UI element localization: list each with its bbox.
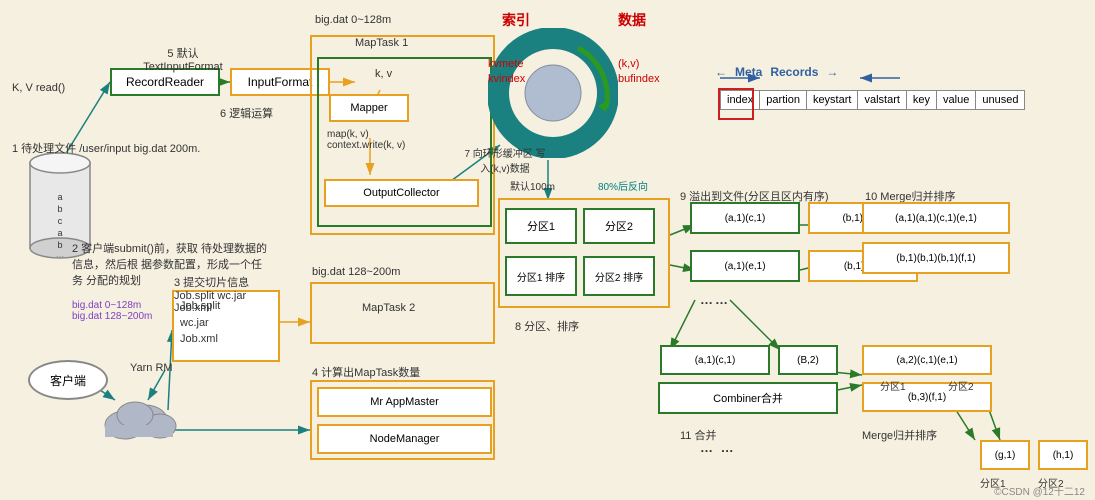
svg-text:a: a [57,192,62,202]
index-highlight-box [718,88,754,120]
kvmete-label: kvmete [488,58,523,70]
kvindex-label: kvindex [488,73,525,85]
dots2-label: … … [700,440,736,455]
maptask1-outer-box: Mapper map(k, v) context.write(k, v) Out… [310,35,495,235]
combiner-a1c1-box: (a,1)(c,1) [660,345,770,375]
maptask2-label: MapTask 2 [362,302,415,314]
compute-maptask-label: 4 计算出MapTask数量 [312,364,420,380]
output-a1e1-box: (a,1)(e,1) [690,250,800,282]
partition2-box: 分区2 [583,208,655,244]
svg-text:a: a [57,228,62,238]
meta-col-value: value [937,91,976,110]
svg-text:…: … [56,249,65,259]
meta-col-key: key [906,91,936,110]
meta-table: index partion keystart valstart key valu… [720,90,1025,110]
kv-data-label: (k,v) [618,58,639,70]
mapper-box: Mapper [329,94,409,122]
bufindex-label: bufindex [618,73,660,85]
bigdat-200-label: big.dat 128~200m [312,266,400,278]
merge-sort-label: Merge归并排序 [862,427,937,443]
combiner-merge-left-box: (a,2)(c,1)(e,1) [862,345,992,375]
percent-80-label: 80%后反向 [598,178,648,193]
input-format-label: InputFormat [248,75,313,89]
ring-buffer [488,28,618,158]
appmaster-box: Mr AppMaster NodeManager 4 计算出MapTask数量 [310,380,495,460]
app-master-inner: Mr AppMaster [317,387,492,417]
job-split-box: 3 提交切片信息 Job.split wc.jar Job.xml Job.sp… [172,290,280,362]
arrow-right-icon: → [826,65,838,79]
part2-label-right: 分区2 [948,378,974,393]
arrow-left-icon: ← [715,65,727,79]
cloud-shape [100,390,180,448]
write-buffer-label: 7 向环形缓冲区 写入(k,v)数据 [460,145,550,175]
maptask1-title-label: MapTask 1 [355,37,408,49]
dots1-label: …… [700,292,730,307]
maptask1-inner-box: Mapper map(k, v) context.write(k, v) Out… [317,57,492,227]
bigdat-128-label: big.dat 0~128m [315,14,391,26]
partition2-sort-box: 分区2 排序 [583,256,655,296]
combiner-merge-box: Combiner合并 [658,382,838,414]
merge10-left-box: (a,1)(a,1)(c,1)(e,1) [862,202,1010,234]
bigdat-items-label: big.dat 0~128m big.dat 128~200m [72,300,152,322]
output-collector-box: OutputCollector [324,179,479,207]
index-label: 索引 [502,10,530,30]
partition-container: 分区1 分区2 分区1 排序 分区2 排序 [498,198,670,308]
section8-label: 8 分区、排序 [515,318,579,334]
final-g1-box: (g,1) [980,440,1030,470]
job-split-title: 3 提交切片信息 Job.split wc.jar Job.xml [174,274,278,314]
records-label: Records [770,65,818,79]
default-100m-label: 默认100m [510,178,555,193]
meta-col-unused: unused [976,91,1025,110]
record-reader-label: RecordReader [126,75,204,89]
partition1-box: 分区1 [505,208,577,244]
meta-col-valstart: valstart [858,91,906,110]
final-h1-box: (h,1) [1038,440,1088,470]
footer-text: ©CSDN @12十二12 [994,483,1085,498]
meta-records-row: ← Meta Records → [715,65,838,79]
logic-op-label: 6 逻辑运算 [220,105,273,121]
client-ellipse: 2 客户端submit()前，获取 待处理数据的信息，然后根 据参数配置，形成一… [28,360,108,400]
meta-label: Meta [735,65,762,79]
diagram-container: a b c a b … 1 待处理文件 /user/input big.dat … [0,0,1095,500]
part1-label-right: 分区1 [880,378,906,393]
output-a1c1-box: (a,1)(c,1) [690,202,800,234]
meta-col-partion: partion [760,91,807,110]
svg-text:c: c [58,216,63,226]
maptask2-outer-box: big.dat 128~200m MapTask 2 [310,282,495,344]
file-info-label: 1 待处理文件 /user/input big.dat 200m. [12,140,200,156]
default-input-label: 5 默认 TextInputFormat [133,45,233,73]
data-label: 数据 [618,10,646,30]
kv-read-label: K, V read() [12,82,65,94]
node-manager-inner: NodeManager [317,424,492,454]
svg-text:b: b [57,204,62,214]
meta-col-keystart: keystart [806,91,858,110]
merge10-right-box: (b,1)(b,1)(b,1)(f,1) [862,242,1010,274]
yarn-rm-label: Yarn RM [130,362,173,374]
partition1-sort-box: 分区1 排序 [505,256,577,296]
map-kv-label: map(k, v) context.write(k, v) [327,129,405,151]
combiner-B2-box: (B,2) [778,345,838,375]
